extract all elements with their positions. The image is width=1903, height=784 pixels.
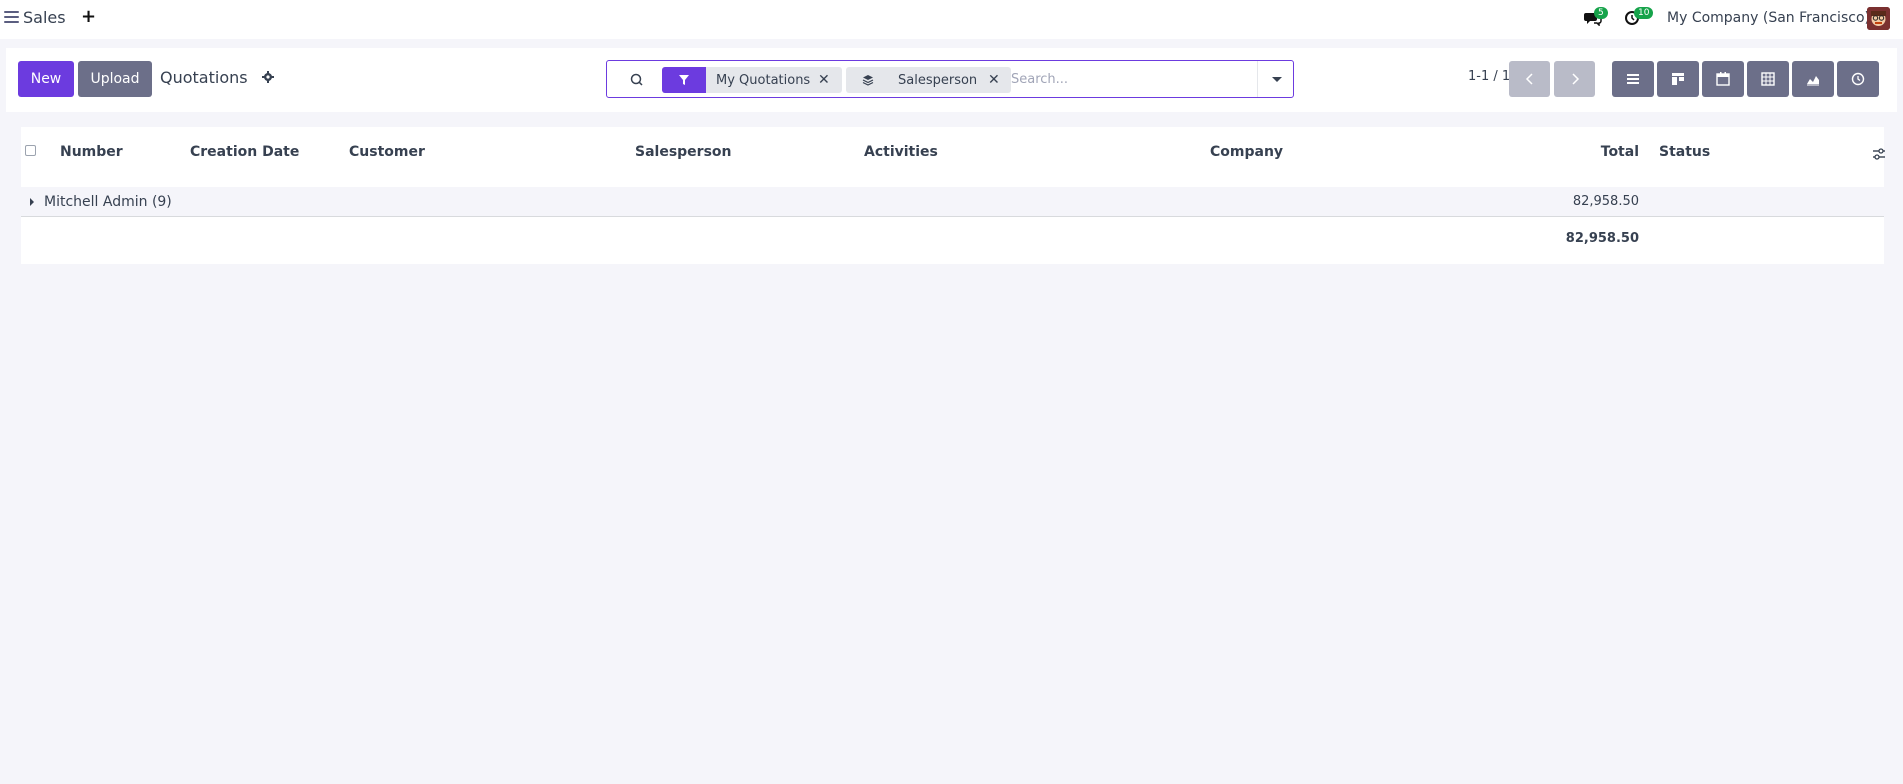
group-row[interactable]: Mitchell Admin (9) 82,958.50 [21,187,1884,217]
column-header-number[interactable]: Number [60,144,123,160]
table-header: Number Creation Date Customer Salesperso… [21,127,1886,187]
remove-facet-groupby-button[interactable]: ✕ [988,72,1000,88]
graph-view-button[interactable] [1792,61,1834,97]
calendar-icon [1716,72,1730,86]
search-facet-filter: My Quotations ✕ [662,67,842,93]
search-icon[interactable] [627,70,647,90]
layers-icon [846,67,890,93]
column-header-activities[interactable]: Activities [864,144,938,160]
control-panel: New Upload Quotations My Quotations ✕ Sa… [6,48,1897,112]
avatar-image [1867,7,1890,30]
filter-icon [662,67,706,93]
app-name[interactable]: Sales [23,8,66,27]
column-header-company[interactable]: Company [1210,144,1283,160]
kanban-view-button[interactable] [1657,61,1699,97]
pager-value[interactable]: 1-1 / 1 [1468,69,1510,84]
activities-button[interactable]: 10 [1624,7,1654,28]
chevron-right-icon [1571,73,1579,85]
hamburger-menu-icon[interactable] [4,11,19,24]
clock-icon [1851,72,1865,86]
activity-view-button[interactable] [1837,61,1879,97]
table-icon [1761,72,1775,86]
group-label: Mitchell Admin (9) [44,194,172,210]
select-all-checkbox[interactable] [25,145,36,156]
list-icon [1627,74,1639,84]
column-header-creation-date[interactable]: Creation Date [190,144,299,160]
grand-total: 82,958.50 [1565,231,1639,246]
column-header-total[interactable]: Total [1601,144,1639,160]
upload-button[interactable]: Upload [78,61,152,97]
column-header-customer[interactable]: Customer [349,144,425,160]
remove-facet-filter-button[interactable]: ✕ [818,72,830,88]
facet-label-groupby: Salesperson [898,73,978,88]
group-total: 82,958.50 [1572,194,1639,209]
pager-next-button[interactable] [1554,61,1595,97]
plus-icon[interactable]: + [81,8,96,26]
company-switcher[interactable]: My Company (San Francisco) [1667,10,1870,26]
list-view-button[interactable] [1612,61,1654,97]
messages-badge: 5 [1594,7,1608,19]
column-header-salesperson[interactable]: Salesperson [635,144,732,160]
column-header-status[interactable]: Status [1659,144,1710,160]
calendar-view-button[interactable] [1702,61,1744,97]
search-bar: My Quotations ✕ Salesperson ✕ [606,60,1294,98]
optional-columns-icon[interactable] [1872,147,1886,161]
user-avatar[interactable] [1867,7,1890,30]
pager-previous-button[interactable] [1509,61,1550,97]
top-navbar: Sales + 5 10 My Company (San Francisco) [0,0,1903,39]
messages-button[interactable]: 5 [1584,7,1608,28]
search-facet-groupby: Salesperson ✕ [846,67,1011,93]
facet-label-filter: My Quotations [716,73,811,88]
new-button[interactable]: New [18,61,74,97]
kanban-icon [1672,73,1684,85]
activities-badge: 10 [1634,7,1654,19]
caret-right-icon [30,198,34,206]
page-title: Quotations [160,68,248,87]
gear-icon[interactable] [262,71,274,83]
search-options-toggle[interactable] [1257,61,1293,97]
chevron-left-icon [1525,73,1533,85]
search-input[interactable] [1011,68,1251,90]
pivot-view-button[interactable] [1747,61,1789,97]
area-chart-icon [1807,76,1819,86]
quotations-table: Number Creation Date Customer Salesperso… [21,127,1886,264]
